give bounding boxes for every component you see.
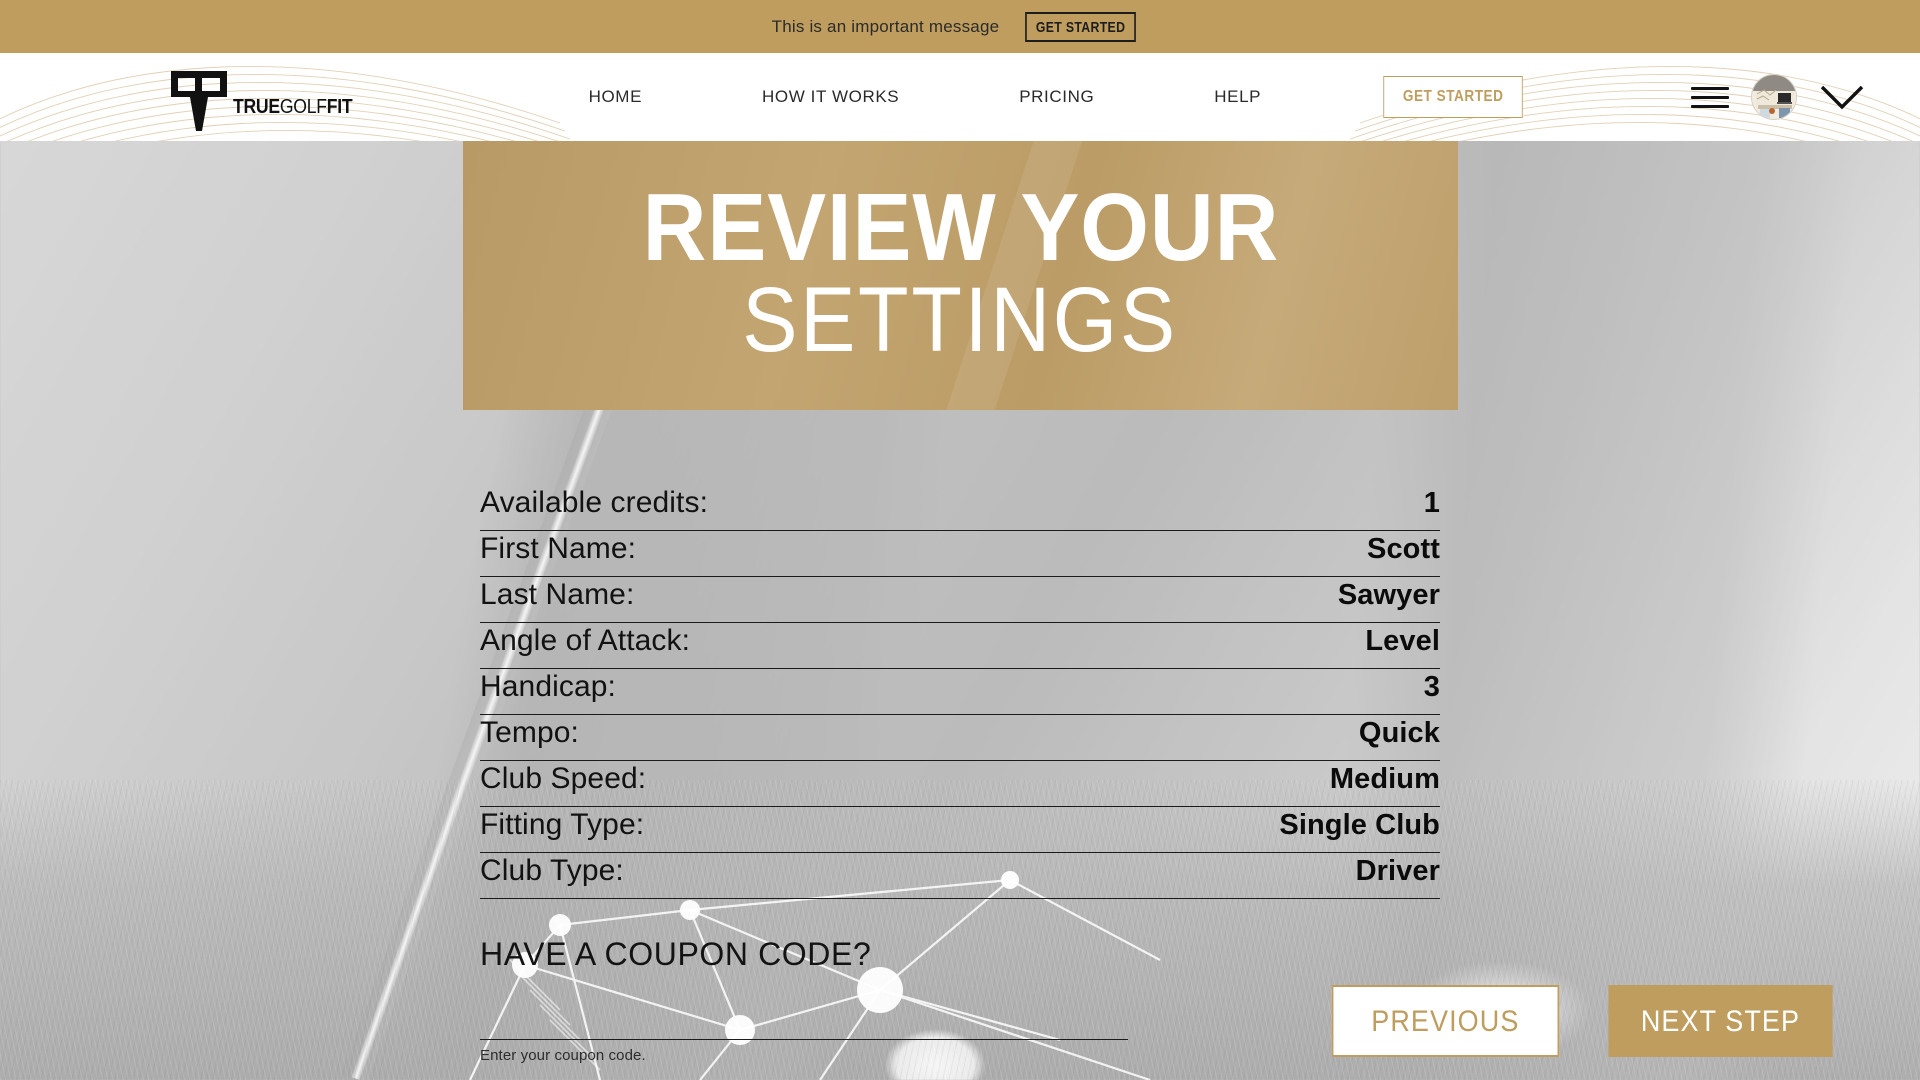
row-value-available-credits: 1: [1423, 487, 1440, 519]
logo-text-golf: GOLF: [279, 96, 327, 118]
hero-title-banner: REVIEW YOUR SETTINGS: [463, 140, 1458, 410]
row-label-club-speed: Club Speed:: [480, 762, 647, 795]
previous-button[interactable]: PREVIOUS: [1332, 985, 1560, 1057]
table-row: Available credits: 1: [480, 486, 1440, 531]
avatar[interactable]: [1751, 74, 1797, 120]
row-label-fitting-type: Fitting Type:: [480, 808, 645, 841]
coupon-code-hint: Enter your coupon code.: [480, 1047, 646, 1064]
main-navbar: TRUEGOLFFIT HOME HOW IT WORKS PRICING HE…: [0, 53, 1920, 141]
row-label-handicap: Handicap:: [480, 670, 616, 703]
row-value-club-type: Driver: [1355, 855, 1440, 887]
row-label-available-credits: Available credits:: [480, 486, 709, 519]
nav-right-cluster: [1691, 74, 1865, 120]
nav-item-help[interactable]: HELP: [1154, 87, 1321, 107]
table-row: Club Speed: Medium: [480, 762, 1440, 807]
wizard-actions: PREVIOUS NEXT STEP: [1319, 985, 1845, 1057]
golf-tee-icon: [171, 71, 227, 131]
page-root: This is an important message GET STARTED: [0, 0, 1920, 1080]
page-title-line1: REVIEW YOUR: [642, 173, 1279, 281]
row-value-handicap: 3: [1423, 671, 1440, 703]
row-value-fitting-type: Single Club: [1279, 809, 1440, 841]
next-step-button[interactable]: NEXT STEP: [1608, 985, 1833, 1057]
logo-text-fit: FIT: [326, 96, 353, 118]
coupon-section-title: HAVE A COUPON CODE?: [480, 936, 872, 972]
hamburger-bar: [1691, 95, 1729, 99]
announcement-message: This is an important message: [771, 16, 1000, 36]
row-label-last-name: Last Name:: [480, 578, 635, 611]
row-value-angle-of-attack: Level: [1365, 625, 1440, 657]
chevron-down-icon[interactable]: [1819, 83, 1865, 111]
table-row: First Name: Scott: [480, 532, 1440, 577]
row-label-club-type: Club Type:: [480, 854, 624, 887]
coupon-code-input[interactable]: [480, 1013, 1128, 1040]
row-value-tempo: Quick: [1358, 717, 1440, 749]
announcement-get-started-button[interactable]: GET STARTED: [1025, 11, 1137, 42]
nav-item-home[interactable]: HOME: [529, 87, 702, 107]
row-label-angle-of-attack: Angle of Attack:: [480, 624, 691, 657]
table-row: Tempo: Quick: [480, 716, 1440, 761]
nav-links: HOME HOW IT WORKS PRICING HELP: [529, 87, 1321, 107]
site-logo[interactable]: TRUEGOLFFIT: [170, 63, 369, 131]
logo-text-true: TRUE: [233, 96, 280, 118]
row-label-tempo: Tempo:: [480, 716, 579, 749]
table-row: Club Type: Driver: [480, 854, 1440, 899]
logo-text: TRUEGOLFFIT: [233, 96, 353, 131]
settings-review-panel: Available credits: 1 First Name: Scott L…: [480, 486, 1440, 1064]
hamburger-bar: [1691, 104, 1729, 108]
nav-get-started-button[interactable]: GET STARTED: [1383, 76, 1524, 118]
announcement-bar: This is an important message GET STARTED: [0, 0, 1920, 53]
table-row: Angle of Attack: Level: [480, 624, 1440, 669]
page-title-line2: SETTINGS: [742, 269, 1179, 372]
table-row: Handicap: 3: [480, 670, 1440, 715]
row-label-first-name: First Name:: [480, 532, 637, 565]
coupon-field-group: Enter your coupon code.: [480, 1013, 1128, 1064]
table-row: Last Name: Sawyer: [480, 578, 1440, 623]
nav-item-how-it-works[interactable]: HOW IT WORKS: [702, 87, 959, 107]
hamburger-icon[interactable]: [1691, 86, 1729, 108]
user-avatar-illustration: [1752, 75, 1796, 119]
row-value-first-name: Scott: [1367, 533, 1440, 565]
hamburger-bar: [1691, 86, 1729, 90]
row-value-club-speed: Medium: [1329, 763, 1440, 795]
table-row: Fitting Type: Single Club: [480, 808, 1440, 853]
nav-item-pricing[interactable]: PRICING: [959, 87, 1154, 107]
row-value-last-name: Sawyer: [1337, 579, 1440, 611]
